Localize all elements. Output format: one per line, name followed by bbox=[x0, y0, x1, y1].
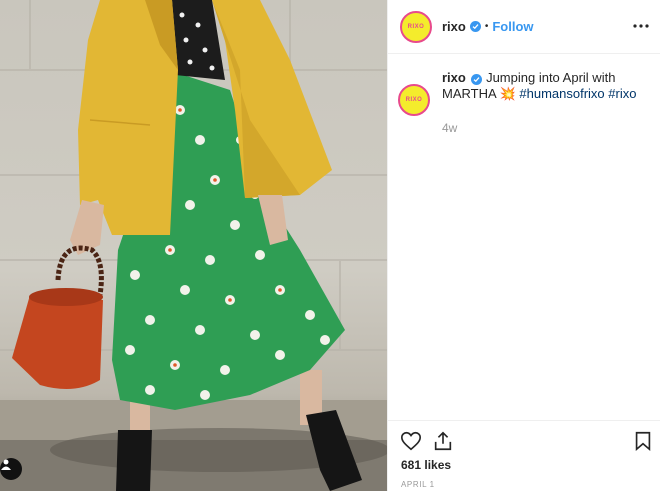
caption-text: rixo Jumping into April with MARTHA 💥 #h… bbox=[442, 70, 656, 102]
caption-avatar[interactable]: RIXO bbox=[398, 84, 430, 116]
header-username[interactable]: rixo bbox=[442, 19, 466, 34]
explosion-emoji: 💥 bbox=[499, 86, 516, 101]
verified-badge-icon bbox=[469, 21, 481, 32]
user-tag-icon[interactable] bbox=[0, 458, 22, 480]
likes-count[interactable]: 681 likes bbox=[401, 458, 451, 472]
post-sidebar: RIXO rixo • Follow RIXO rixo Jumping int… bbox=[387, 0, 660, 491]
photo-illustration bbox=[0, 0, 387, 491]
heart-icon[interactable] bbox=[400, 430, 422, 452]
caption-avatar-logo: RIXO bbox=[405, 97, 423, 103]
action-icons bbox=[388, 421, 660, 461]
caption-comment: RIXO rixo Jumping into April with MARTHA… bbox=[398, 70, 656, 136]
more-horizontal-icon[interactable] bbox=[631, 16, 651, 36]
avatar-logo: RIXO bbox=[407, 23, 425, 30]
action-bar bbox=[388, 420, 660, 461]
caption-time[interactable]: 4w bbox=[442, 120, 656, 136]
hashtag-humansofrixo[interactable]: #humansofrixo bbox=[519, 86, 604, 101]
post-header: RIXO rixo • Follow bbox=[388, 0, 660, 54]
post-date[interactable]: APRIL 1 bbox=[401, 480, 435, 489]
avatar[interactable]: RIXO bbox=[400, 10, 432, 43]
header-separator: • bbox=[484, 21, 489, 32]
bookmark-icon[interactable] bbox=[632, 430, 654, 452]
caption-body: rixo Jumping into April with MARTHA 💥 #h… bbox=[442, 70, 656, 136]
caption-username[interactable]: rixo bbox=[442, 70, 466, 85]
share-icon[interactable] bbox=[432, 430, 454, 452]
follow-button[interactable]: Follow bbox=[492, 19, 533, 34]
post-photo[interactable] bbox=[0, 0, 387, 491]
hashtag-rixo[interactable]: #rixo bbox=[608, 86, 636, 101]
caption-verified-badge-icon bbox=[471, 74, 483, 85]
